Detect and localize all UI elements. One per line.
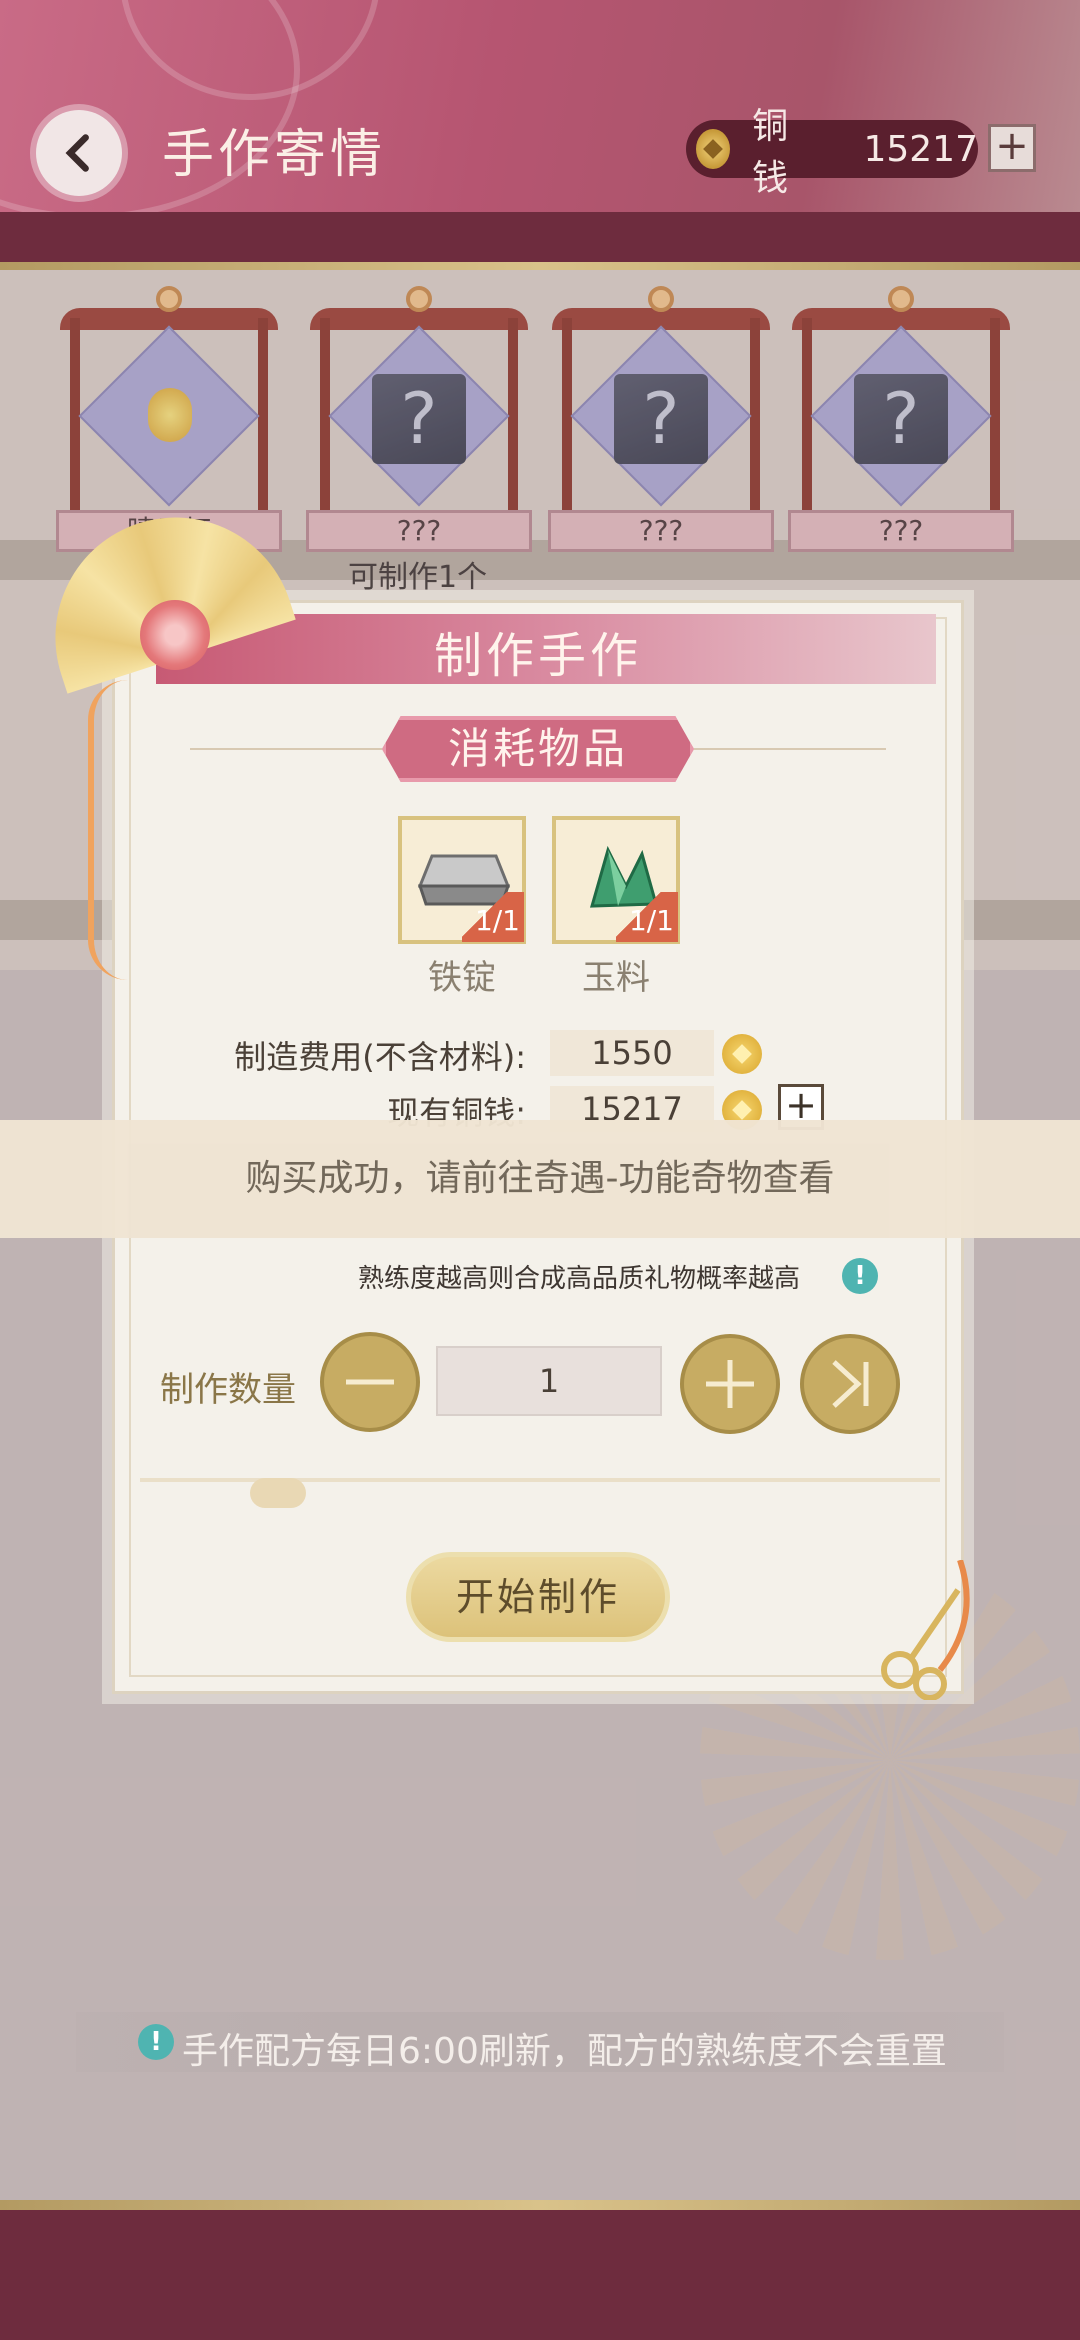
proficiency-hint: 熟练度越高则合成高品质礼物概率越高	[358, 1264, 801, 1294]
material-name: 铁锭	[428, 958, 496, 998]
coin-icon	[722, 1034, 762, 1074]
fee-label: 制造费用(不含材料):	[234, 1038, 526, 1076]
material-slot-jade[interactable]: 1/1	[552, 816, 680, 944]
fee-value: 1550	[550, 1030, 714, 1076]
quantity-label: 制作数量	[160, 1370, 296, 1410]
copper-coin-icon	[696, 129, 731, 169]
increase-button[interactable]	[680, 1334, 780, 1434]
currency-label: 铜钱	[752, 106, 789, 199]
material-name: 玉料	[582, 958, 650, 998]
notice-text: 手作配方每日6:00刷新，配方的熟练度不会重置	[182, 2031, 947, 2072]
skip-to-max-icon	[832, 1360, 869, 1408]
material-count: 1/1	[616, 892, 678, 942]
toast-message: 购买成功，请前往奇遇-功能奇物查看	[0, 1120, 1080, 1238]
chevron-left-icon	[65, 134, 89, 172]
max-button[interactable]	[800, 1334, 900, 1434]
decrease-button[interactable]	[320, 1332, 420, 1432]
minus-icon	[346, 1379, 394, 1385]
start-crafting-button[interactable]: 开始制作	[406, 1552, 670, 1642]
divider	[694, 748, 886, 750]
cloud-decoration	[250, 1478, 306, 1508]
material-slot-iron[interactable]: 1/1	[398, 816, 526, 944]
info-icon[interactable]: !	[842, 1258, 878, 1294]
material-count: 1/1	[462, 892, 524, 942]
header-gold-trim	[0, 262, 1080, 270]
footer-gold-trim	[0, 2200, 1080, 2210]
add-currency-button[interactable]: +	[988, 124, 1036, 172]
currency-value: 15217	[863, 128, 978, 170]
plus-icon	[706, 1360, 754, 1408]
divider	[190, 748, 382, 750]
back-button[interactable]	[36, 110, 122, 196]
info-icon: !	[138, 2024, 174, 2060]
quantity-input[interactable]: 1	[436, 1346, 662, 1416]
page-title: 手作寄情	[162, 125, 387, 185]
ribbon-decoration	[88, 680, 128, 980]
scissors-decoration	[881, 1560, 970, 1700]
footer-band	[0, 2210, 1080, 2340]
plum-flower-decoration	[140, 600, 210, 670]
currency-display: 铜钱 15217	[686, 106, 978, 199]
section-tag-consumables: 消耗物品	[382, 716, 694, 782]
